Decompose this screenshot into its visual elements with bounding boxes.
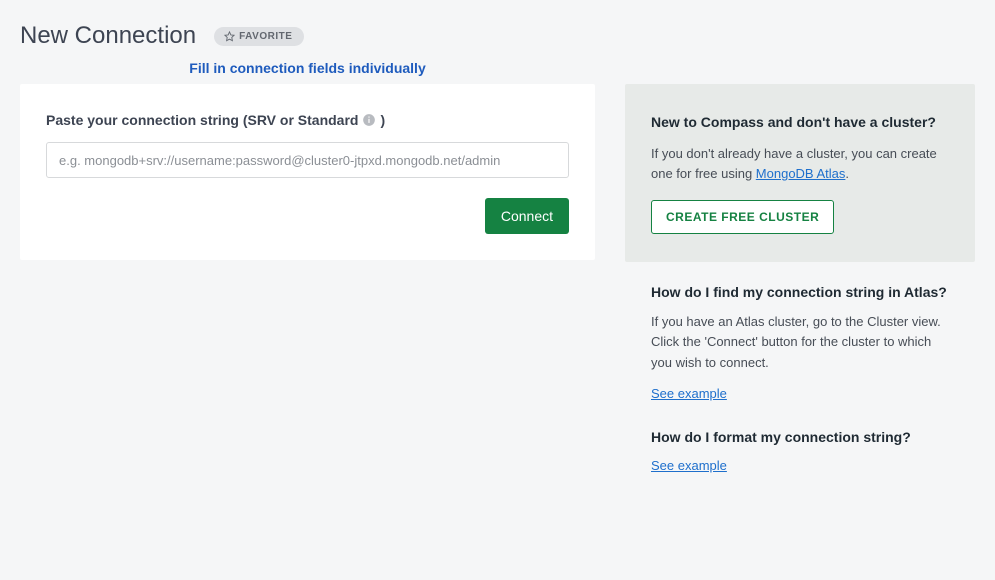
- new-to-compass-card: New to Compass and don't have a cluster?…: [625, 84, 975, 262]
- help-text-after: .: [845, 166, 849, 181]
- label-text-prefix: Paste your connection string (SRV or Sta…: [46, 112, 358, 128]
- help-heading-find: How do I find my connection string in At…: [651, 284, 949, 300]
- info-icon[interactable]: [362, 113, 376, 127]
- create-free-cluster-button[interactable]: CREATE FREE CLUSTER: [651, 200, 834, 234]
- page-title: New Connection: [20, 22, 196, 50]
- fill-individually-link[interactable]: Fill in connection fields individually: [189, 60, 425, 76]
- help-heading-new: New to Compass and don't have a cluster?: [651, 114, 949, 130]
- help-heading-format: How do I format my connection string?: [651, 429, 949, 445]
- see-example-find-link[interactable]: See example: [651, 386, 727, 401]
- label-text-suffix: ): [380, 112, 385, 128]
- help-format-connection-string: How do I format my connection string? Se…: [625, 429, 975, 475]
- mongodb-atlas-link[interactable]: MongoDB Atlas: [756, 166, 846, 181]
- connection-string-label: Paste your connection string (SRV or Sta…: [46, 112, 569, 128]
- see-example-format-link[interactable]: See example: [651, 458, 727, 473]
- favorite-button[interactable]: FAVORITE: [214, 27, 304, 46]
- connection-string-input[interactable]: [46, 142, 569, 178]
- help-find-connection-string: How do I find my connection string in At…: [625, 284, 975, 402]
- connect-button[interactable]: Connect: [485, 198, 569, 234]
- help-text-find: If you have an Atlas cluster, go to the …: [651, 312, 949, 372]
- connection-form-card: Paste your connection string (SRV or Sta…: [20, 84, 595, 260]
- favorite-label: FAVORITE: [239, 31, 292, 42]
- help-text-new: If you don't already have a cluster, you…: [651, 144, 949, 184]
- star-icon: [224, 31, 235, 42]
